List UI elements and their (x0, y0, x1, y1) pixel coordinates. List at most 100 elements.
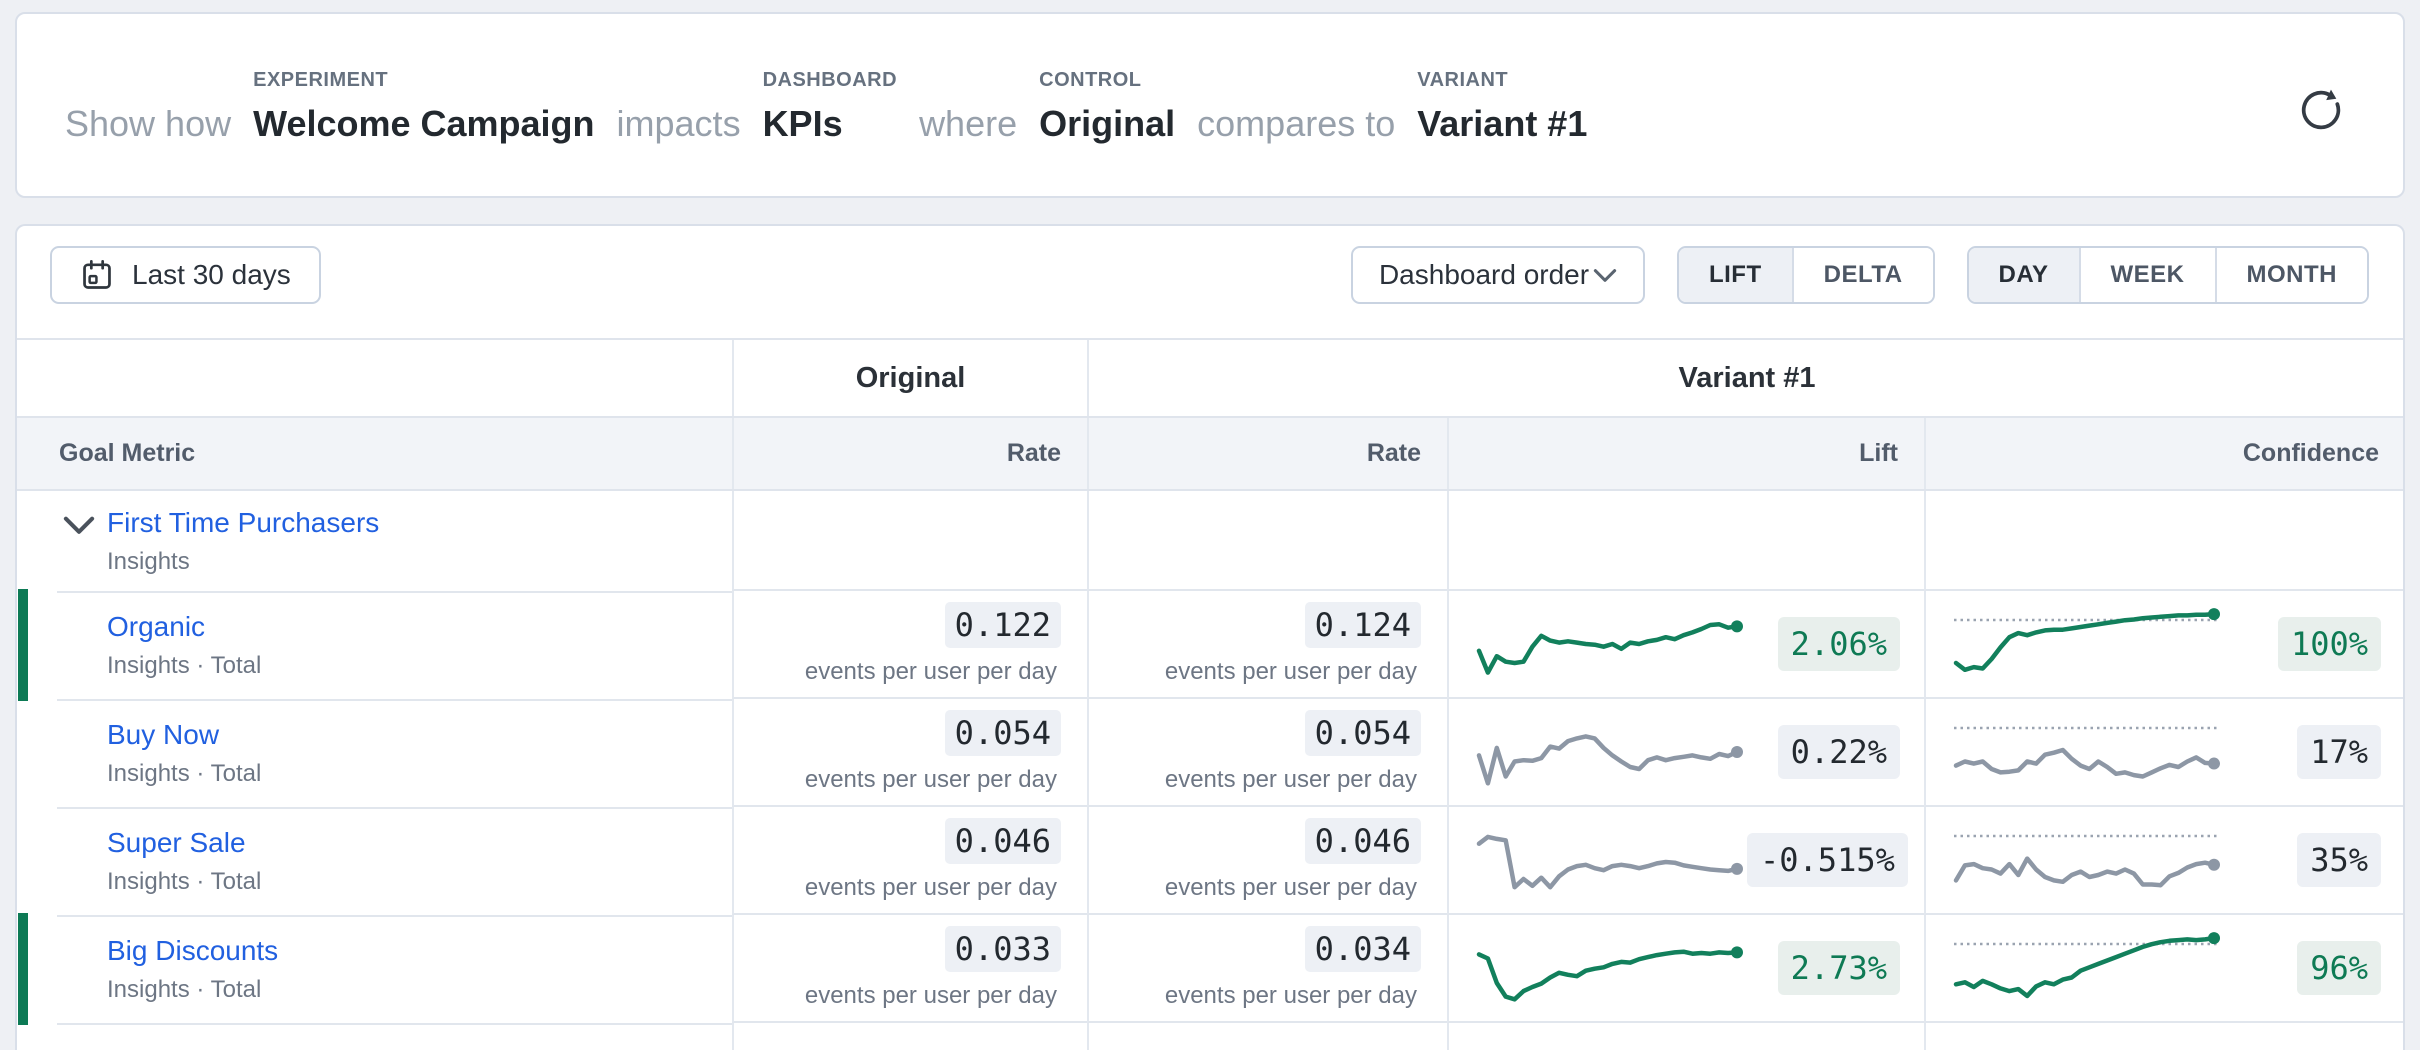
variant-rate-cell: 0.124 events per user per day (1087, 591, 1447, 699)
toggle-day[interactable]: DAY (1969, 248, 2079, 302)
table-column-header: Goal Metric Rate Rate Lift Confidence (17, 416, 2403, 491)
table-body: First Time Purchasers Insights (17, 491, 2403, 1023)
phrase-segment[interactable]: VARIANT Variant #1 (1417, 69, 1587, 144)
phrase-segment-word: KPIs (763, 104, 843, 144)
metric-source-label: Insights · Total (107, 760, 732, 788)
phrase-segment-word: Show how (65, 104, 231, 144)
confidence-value: 100% (2278, 617, 2381, 671)
phrase-segment[interactable]: EXPERIMENTWelcome Campaign (253, 69, 594, 144)
control-rate-value: 0.033 (945, 926, 1061, 972)
lift-cell: 0.22% (1447, 699, 1924, 807)
control-rate-value: 0.046 (945, 818, 1061, 864)
table-row: Buy Now Insights · Total 0.054 events pe… (17, 699, 2403, 807)
toggle-week[interactable]: WEEK (2079, 248, 2215, 302)
variant-rate-cell: 0.046 events per user per day (1087, 807, 1447, 915)
variant-rate-unit: events per user per day (1165, 874, 1421, 902)
col-lift: Lift (1447, 418, 1924, 489)
refresh-button[interactable] (2295, 84, 2347, 136)
metric-link[interactable]: Big Discounts (107, 935, 278, 966)
toggle-lift[interactable]: LIFT (1679, 248, 1792, 302)
confidence-sparkline (1952, 712, 2224, 792)
date-range-label: Last 30 days (132, 259, 291, 291)
confidence-cell: 96% (1924, 915, 2405, 1023)
experiment-phrase: Show how EXPERIMENTWelcome Campaign impact… (65, 69, 1587, 144)
goal-metric-cell: Big Discounts Insights · Total (17, 915, 732, 1023)
toggle-delta[interactable]: DELTA (1792, 248, 1933, 302)
phrase-segment-word: Original (1039, 104, 1175, 144)
lift-cell (1447, 491, 1924, 591)
toolbar: Last 30 days Dashboard order LIFTDELTA D… (17, 226, 2403, 338)
metric-link[interactable]: Buy Now (107, 719, 219, 750)
variant-rate-cell (1087, 491, 1447, 591)
lift-sparkline (1475, 604, 1747, 684)
control-rate-cell: 0.046 events per user per day (732, 807, 1087, 915)
metric-link[interactable]: Organic (107, 611, 205, 642)
variant-rate-unit: events per user per day (1165, 766, 1421, 794)
metric-source-label: Insights · Total (107, 652, 732, 680)
control-group-header: Original (732, 340, 1087, 416)
confidence-cell: 35% (1924, 807, 2405, 915)
report-card: Last 30 days Dashboard order LIFTDELTA D… (15, 224, 2405, 1050)
goal-metric-cell: Organic Insights · Total (17, 591, 732, 699)
confidence-value: 35% (2297, 833, 2381, 887)
metric-link[interactable]: Super Sale (107, 827, 246, 858)
phrase-segment-label: CONTROL (1039, 69, 1141, 92)
phrase-segment[interactable]: CONTROL Original (1039, 69, 1175, 144)
col-confidence: Confidence (1924, 418, 2405, 489)
confidence-sparkline (1952, 820, 2224, 900)
phrase-segment-word: where (919, 104, 1017, 144)
dashboard-order-label: Dashboard order (1379, 259, 1589, 291)
phrase-segment: impacts (617, 104, 741, 144)
lift-sparkline (1475, 820, 1747, 900)
variant-rate-value: 0.034 (1305, 926, 1421, 972)
phrase-segment-word: impacts (617, 104, 741, 144)
lift-value: 2.73% (1778, 941, 1900, 995)
phrase-segment-label: DASHBOARD (763, 69, 898, 92)
control-rate-unit: events per user per day (805, 766, 1061, 794)
confidence-sparkline (1952, 928, 2224, 1008)
confidence-cell: 100% (1924, 591, 2405, 699)
lift-sparkline (1475, 928, 1747, 1008)
confidence-cell: 17% (1924, 699, 2405, 807)
group-spacer (17, 340, 732, 416)
phrase-segment: compares to (1197, 104, 1395, 144)
phrase-segment-label: VARIANT (1417, 69, 1508, 92)
table-row: Organic Insights · Total 0.122 events pe… (17, 591, 2403, 699)
lift-cell: 2.06% (1447, 591, 1924, 699)
lift-cell: -0.515% (1447, 807, 1924, 915)
date-range-button[interactable]: Last 30 days (50, 246, 321, 304)
phrase-segment: where (919, 104, 1017, 144)
phrase-segment-label: EXPERIMENT (253, 69, 388, 92)
control-rate-unit: events per user per day (805, 982, 1061, 1010)
table-row: First Time Purchasers Insights (17, 491, 2403, 591)
collapse-chevron-icon[interactable] (63, 515, 95, 547)
toggle-month[interactable]: MONTH (2215, 248, 2367, 302)
phrase-segment[interactable]: DASHBOARD KPIs (763, 69, 898, 144)
table-row: Super Sale Insights · Total 0.046 events… (17, 807, 2403, 915)
variant-rate-value: 0.054 (1305, 710, 1421, 756)
metric-link[interactable]: First Time Purchasers (107, 507, 379, 538)
col-control-rate: Rate (732, 418, 1087, 489)
variant-rate-unit: events per user per day (1165, 982, 1421, 1010)
metric-source-label: Insights · Total (107, 976, 732, 1004)
control-rate-value: 0.054 (945, 710, 1061, 756)
phrase-segment-word: Variant #1 (1417, 104, 1587, 144)
variant-rate-cell: 0.034 events per user per day (1087, 915, 1447, 1023)
control-rate-value: 0.122 (945, 602, 1061, 648)
col-goal-metric: Goal Metric (17, 418, 732, 489)
confidence-sparkline (1952, 604, 2224, 684)
metric-source-label: Insights (107, 548, 732, 576)
table-row-partial (17, 1023, 2403, 1050)
control-rate-unit: events per user per day (805, 874, 1061, 902)
phrase-segment-word: compares to (1197, 104, 1395, 144)
confidence-value: 96% (2297, 941, 2381, 995)
col-variant-rate: Rate (1087, 418, 1447, 489)
results-table: Original Variant #1 Goal Metric Rate Rat… (17, 338, 2403, 1050)
chevron-down-icon (1593, 268, 1617, 283)
table-group-header: Original Variant #1 (17, 338, 2403, 416)
dashboard-order-select[interactable]: Dashboard order (1351, 246, 1645, 304)
lift-cell: 2.73% (1447, 915, 1924, 1023)
lift-sparkline (1475, 712, 1747, 792)
control-rate-cell (732, 491, 1087, 591)
phrase-segment: Show how (65, 104, 231, 144)
